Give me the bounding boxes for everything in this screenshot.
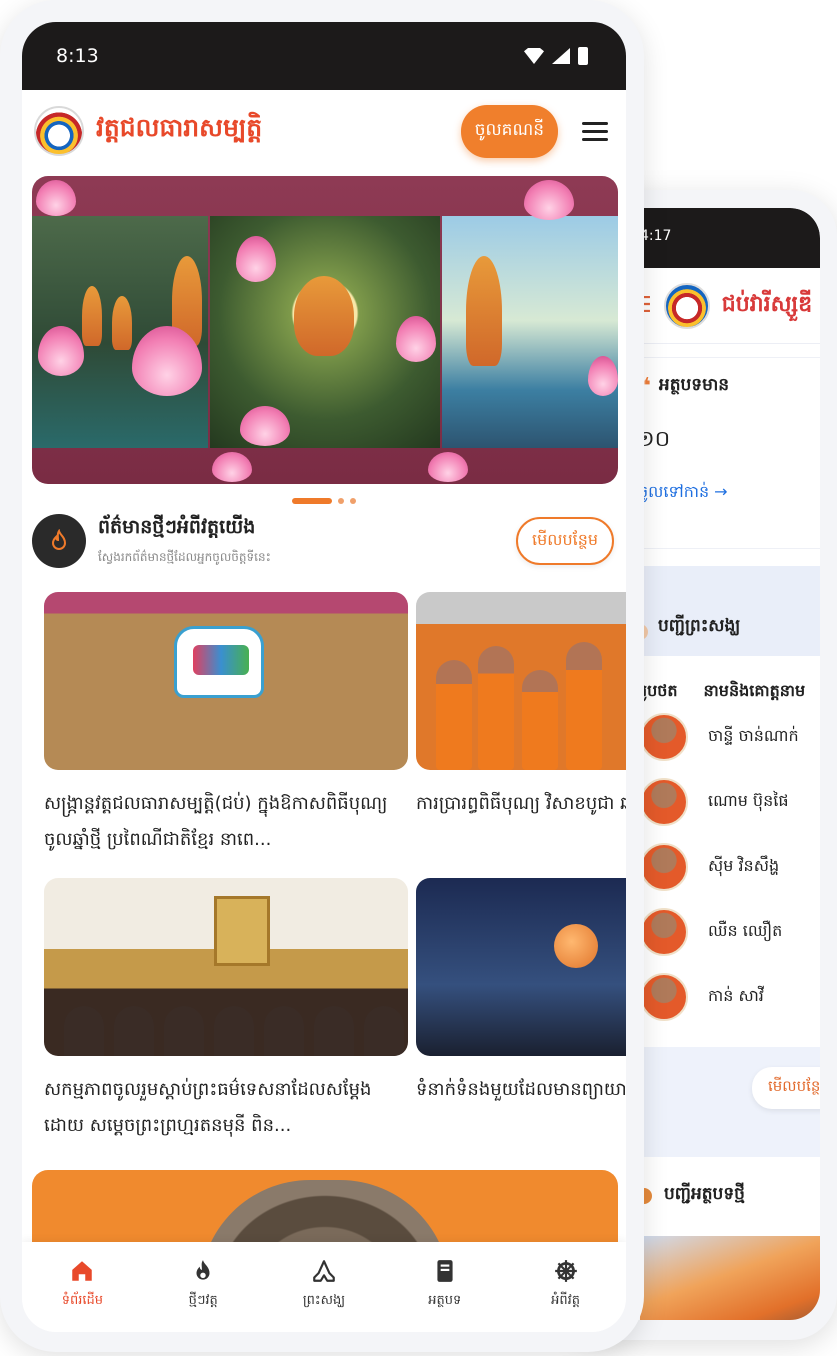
menu-icon[interactable] (582, 121, 608, 141)
section-subtitle: ស្វែងរកព័ត៌មានថ្មីដែលអ្នកចូលចិត្តទីនេះ (98, 550, 271, 564)
articles-count: ១០ (638, 427, 671, 452)
status-icons (524, 47, 588, 65)
hero-banner[interactable] (32, 176, 618, 484)
monks-more-button[interactable]: មើលបន្ថែម (752, 1067, 820, 1109)
tab-news[interactable]: ថ្មីៗវត្ត (153, 1258, 253, 1311)
dharma-wheel-icon (554, 1259, 577, 1282)
monk-name: ឈឺន ឈឿត (708, 920, 783, 940)
new-articles-title: បញ្ជីអត្ថបទថ្មី (664, 1184, 745, 1204)
news-thumbnail (416, 878, 626, 1056)
news-title: ទំនាក់ទំនងមួយដែលមានព្យាយាមលះបង់ (416, 1079, 626, 1100)
monk-row[interactable]: ស៊ីម វិនសឹង្ហ (626, 834, 820, 899)
monks-more-area: មើលបន្ថែម (626, 1047, 820, 1157)
tab-home[interactable]: ទំព័រដើម (32, 1258, 132, 1311)
login-button[interactable]: ចូលគណនី (460, 104, 558, 158)
tab-articles[interactable]: អត្ថបទ (395, 1258, 495, 1311)
tab-about[interactable]: អំពីវត្ត (516, 1258, 616, 1311)
logo[interactable] (663, 282, 710, 329)
primary-phone-mockup: 8:13 វត្តជលធារាសម្បត្តិ ចូលគណនី ព័ត៌មានថ… (0, 0, 644, 1352)
articles-stat-card: ❝ អត្ថបទមាន ១០ ចូលទៅកាន់ → (626, 358, 820, 548)
go-to-articles-link[interactable]: ចូលទៅកាន់ → (638, 481, 820, 505)
monks-table-header: រូបថត នាមនិងគោត្តនាម (626, 656, 820, 704)
monk-row[interactable]: ណោម ប៊ុនផៃ (626, 769, 820, 834)
avatar (640, 842, 688, 891)
logo[interactable] (34, 106, 84, 156)
wifi-icon (524, 48, 544, 64)
banner-panel (32, 216, 208, 448)
news-card[interactable]: សកម្មភាពចូលរួមស្តាប់ព្រះធម៌ទេសនាដែលសម្តែ… (44, 878, 408, 1148)
new-articles-header: បញ្ជីអត្ថបទថ្មី (626, 1157, 820, 1208)
app-header: វត្តជលធារាសម្បត្តិ ចូលគណនី (22, 90, 626, 172)
monk-name: ណោម ប៊ុនផៃ (708, 790, 789, 810)
banner-panel (210, 216, 440, 448)
monk-name: ស៊ីម វិនសឹង្ហ (708, 855, 780, 875)
status-bar: 4:17 (626, 208, 820, 268)
banner-panel (442, 216, 618, 448)
col-photo: រូបថត (642, 681, 678, 700)
app-header: ☰ ជប់វារីស្សួឌី (626, 268, 820, 344)
article-thumbnail[interactable] (640, 1236, 820, 1320)
fire-icon (32, 514, 86, 568)
news-card[interactable]: ទំនាក់ទំនងមួយដែលមានព្យាយាមលះបង់ (416, 878, 626, 1148)
avatar (640, 972, 688, 1021)
primary-screen: 8:13 វត្តជលធារាសម្បត្តិ ចូលគណនី ព័ត៌មានថ… (22, 22, 626, 1332)
brand-title: ជប់វារីស្សួឌី (721, 291, 813, 317)
monks-list: ចាន្ទី ចាន់ណាក់ ណោម ប៊ុនផៃ ស៊ីម វិនសឹង្ហ… (626, 704, 820, 1029)
avatar (640, 907, 688, 956)
book-icon (437, 1259, 453, 1282)
monk-row[interactable]: ឈឺន ឈឿត (626, 899, 820, 964)
monk-row[interactable]: ចាន្ទី ចាន់ណាក់ (626, 704, 820, 769)
avatar (640, 712, 688, 761)
news-thumbnail (44, 592, 408, 770)
monk-name: កាន់ សាវី (708, 985, 764, 1005)
monks-title: បញ្ជីព្រះសង្ឃ (658, 616, 741, 636)
news-title: សកម្មភាពចូលរួមស្តាប់ព្រះធម៌ទេសនាដែលសម្តែ… (44, 1079, 372, 1136)
news-thumbnail (416, 592, 626, 770)
news-title: សង្ក្រាន្តវត្តជលធារាសម្បត្តិ(ជប់) ក្នុងឱ… (44, 793, 388, 850)
status-time: 8:13 (56, 45, 99, 67)
secondary-screen: 4:17 ☰ ជប់វារីស្សួឌី ❝ អត្ថបទមាន ១០ ចូលទ… (626, 208, 820, 1320)
news-grid: សង្ក្រាន្តវត្តជលធារាសម្បត្តិ(ជប់) ក្នុងឱ… (22, 592, 626, 1192)
fire-icon (196, 1259, 210, 1280)
monk-row[interactable]: កាន់ សាវី (626, 964, 820, 1029)
see-more-button[interactable]: មើលបន្ថែម (515, 517, 614, 565)
signal-icon (552, 48, 570, 64)
col-name: នាមនិងគោត្តនាម (703, 681, 806, 700)
status-bar: 8:13 (22, 22, 626, 90)
brand-title: វត្តជលធារាសម្បត្តិ (96, 113, 263, 142)
battery-icon (578, 47, 588, 65)
pray-hands-icon (313, 1259, 335, 1282)
news-title: ការប្រារព្ធពិធីបុណ្យ វិសាខបូជា ឆស័ក ព.ស.… (416, 793, 626, 814)
monks-section-header: បញ្ជីព្រះសង្ឃ (626, 566, 820, 656)
news-card[interactable]: សង្ក្រាន្តវត្តជលធារាសម្បត្តិ(ជប់) ក្នុងឱ… (44, 592, 408, 862)
tab-monks[interactable]: ព្រះសង្ឃ (274, 1258, 374, 1311)
home-icon (72, 1260, 93, 1281)
monk-name: ចាន្ទី ចាន់ណាក់ (708, 725, 799, 745)
bottom-navigation: ទំព័រដើម ថ្មីៗវត្ត ព្រះសង្ឃ អត្ថបទ អំពីវ… (22, 1242, 626, 1332)
section-title: ព័ត៌មានថ្មីៗអំពីវត្តយើង (98, 516, 256, 538)
news-section-header: ព័ត៌មានថ្មីៗអំពីវត្តយើង ស្វែងរកព័ត៌មានថ្… (22, 504, 626, 568)
news-card[interactable]: ការប្រារព្ធពិធីបុណ្យ វិសាខបូជា ឆស័ក ព.ស.… (416, 592, 626, 862)
avatar (640, 777, 688, 826)
articles-label: អត្ថបទមាន (658, 375, 730, 395)
news-thumbnail (44, 878, 408, 1056)
status-time: 4:17 (640, 228, 672, 244)
